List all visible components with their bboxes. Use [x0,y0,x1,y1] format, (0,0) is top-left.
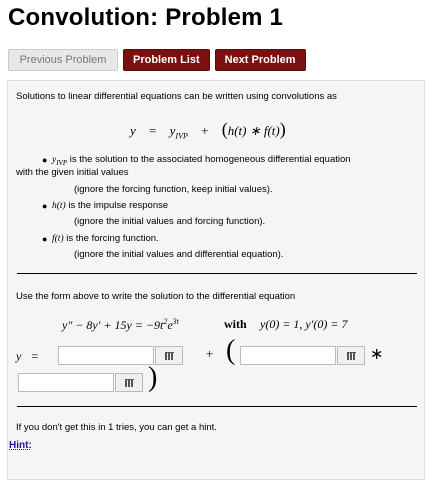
bullet-yivp-note: (ignore the forcing function, keep initi… [74,184,273,195]
answer-plus: + [206,346,214,361]
f-answer-input[interactable] [18,373,114,392]
convolution-formula: y = yIVP + (h(t) ∗ f(t)) [130,119,286,141]
next-problem-button[interactable]: Next Problem [214,49,306,71]
divider [17,406,417,407]
divider [17,273,417,274]
hint-link[interactable]: Hint: [9,440,32,451]
differential-equation: y″ − 8y′ + 15y = −9t2e3t [62,317,179,332]
page-title: Convolution: Problem 1 [8,4,284,31]
bullet-marker: ● [42,234,48,244]
convolution-star: ∗ [370,346,384,363]
intro-text: Solutions to linear differential equatio… [16,91,337,102]
close-paren: ) [148,362,158,393]
keyboard-icon [164,351,174,360]
equation-editor-button[interactable] [337,346,365,365]
answer-y-label: y = [16,349,39,363]
previous-problem-button: Previous Problem [8,49,118,71]
problem-panel: Solutions to linear differential equatio… [7,80,425,480]
bullet-yivp-cont: with the given initial values [16,167,129,178]
yivp-answer-input[interactable] [58,346,154,365]
bullet-impulse-note: (ignore the initial values and forcing f… [74,216,266,227]
instruction-text: Use the form above to write the solution… [16,291,296,302]
equation-editor-button[interactable] [115,373,143,392]
bullet-impulse: h(t) is the impulse response [52,200,169,211]
h-answer-input[interactable] [240,346,336,365]
keyboard-icon [124,378,134,387]
equation-editor-button[interactable] [155,346,183,365]
tries-text: If you don't get this in 1 tries, you ca… [16,422,217,433]
with-label: with [224,317,247,331]
bullet-forcing: f(t) is the forcing function. [52,233,159,244]
initial-conditions: y(0) = 1, y′(0) = 7 [260,317,348,331]
keyboard-icon [346,351,356,360]
problem-list-button[interactable]: Problem List [123,49,210,71]
bullet-marker: ● [42,201,48,211]
problem-nav: Previous Problem Problem List Next Probl… [8,49,306,71]
bullet-forcing-note: (ignore the initial values and different… [74,249,284,260]
open-paren: ( [226,335,236,366]
bullet-marker: ● [42,155,48,165]
